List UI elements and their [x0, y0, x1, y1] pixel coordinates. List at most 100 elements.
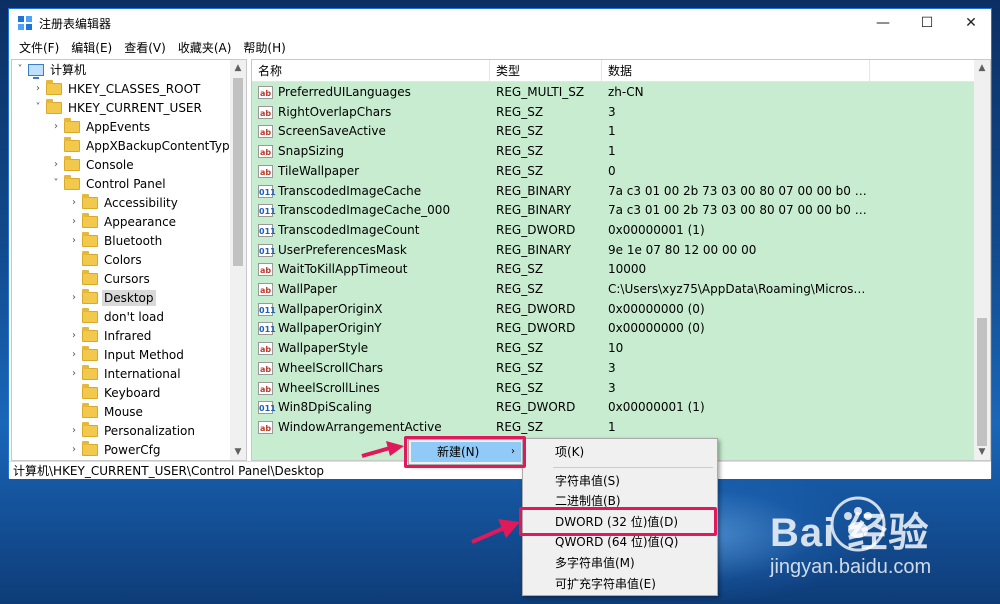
chevron-right-icon[interactable]: ›	[68, 235, 80, 246]
tree-item[interactable]: Cursors	[68, 269, 152, 288]
chevron-right-icon[interactable]: ›	[68, 425, 80, 436]
table-row[interactable]: ab WheelScrollLines REG_SZ 3	[252, 379, 976, 399]
column-name[interactable]: 名称	[252, 60, 490, 82]
folder-icon	[82, 364, 98, 380]
tree-scrollbar[interactable]: ▲ ▼	[230, 60, 246, 460]
tree-item-label: Input Method	[104, 347, 184, 362]
table-row[interactable]: ab TileWallpaper REG_SZ 0	[252, 162, 976, 182]
chevron-down-icon[interactable]: ˅	[14, 64, 26, 75]
chevron-right-icon[interactable]: ›	[68, 292, 80, 303]
tree-item[interactable]: › Personalization	[68, 421, 197, 440]
tree-item[interactable]: ˅ Control Panel	[50, 174, 168, 193]
tree-item[interactable]: Mouse	[68, 402, 145, 421]
chevron-right-icon[interactable]: ›	[32, 83, 44, 94]
maximize-button[interactable]: ☐	[905, 9, 949, 37]
submenu-multi-string-value[interactable]: 多字符串值(M)	[525, 553, 715, 573]
close-button[interactable]: ✕	[949, 9, 993, 37]
tree-item-label: Cursors	[104, 271, 150, 286]
value-name: WaitToKillAppTimeout	[278, 262, 408, 277]
tree-item[interactable]: › Bluetooth	[68, 231, 164, 250]
value-name: TranscodedImageCache	[278, 183, 422, 198]
key-tree-pane[interactable]: ˅ 计算机 › HKEY_CLASSES_ROOT ˅ HKEY_CURRENT_US…	[11, 59, 247, 461]
tree-item[interactable]: Colors	[68, 250, 144, 269]
menu-favorites[interactable]: 收藏夹(A)	[172, 39, 238, 56]
value-name: PreferredUILanguages	[278, 85, 411, 99]
title-bar[interactable]: 注册表编辑器 — ☐ ✕	[9, 9, 991, 37]
scroll-up-icon[interactable]: ▲	[974, 60, 990, 76]
table-row[interactable]: 011 TranscodedImageCache REG_BINARY 7a c3 0…	[252, 182, 976, 202]
value-data: 3	[608, 380, 616, 395]
menu-edit[interactable]: 编辑(E)	[65, 39, 118, 56]
tree-root[interactable]: ˅ 计算机	[14, 60, 88, 79]
table-row[interactable]: ab RightOverlapChars REG_SZ 3	[252, 103, 976, 123]
table-row[interactable]: ab PreferredUILanguages REG_MULTI_SZ zh-CN	[252, 83, 976, 103]
tree-scroll-thumb[interactable]	[233, 78, 243, 266]
value-list-pane[interactable]: 名称 类型 数据 ab PreferredUILanguages REG_MULTI…	[251, 59, 991, 461]
tree-item-label: HKEY_CURRENT_USER	[68, 100, 202, 115]
chevron-right-icon[interactable]: ›	[68, 330, 80, 341]
tree-item[interactable]: ˅ HKEY_CURRENT_USER	[32, 98, 204, 117]
value-name: WallpaperStyle	[278, 341, 369, 356]
scroll-down-icon[interactable]: ▼	[230, 444, 246, 460]
chevron-right-icon[interactable]: ›	[68, 368, 80, 379]
chevron-right-icon[interactable]: ›	[50, 121, 62, 132]
value-name: WheelScrollChars	[278, 360, 383, 375]
chevron-right-icon[interactable]: ›	[68, 444, 80, 455]
chevron-down-icon[interactable]: ˅	[50, 178, 62, 189]
menu-help[interactable]: 帮助(H)	[237, 39, 291, 56]
chevron-right-icon[interactable]: ›	[68, 349, 80, 360]
chevron-right-icon[interactable]: ›	[50, 159, 62, 170]
folder-icon	[82, 212, 98, 228]
table-row[interactable]: ab ScreenSaveActive REG_SZ 1	[252, 122, 976, 142]
scroll-up-icon[interactable]: ▲	[230, 60, 246, 76]
tree-item[interactable]: AppXBackupContentType	[50, 136, 239, 155]
list-scrollbar[interactable]: ▲ ▼	[974, 60, 990, 460]
table-row[interactable]: ab WaitToKillAppTimeout REG_SZ 10000	[252, 260, 976, 280]
tree-item[interactable]: › AppEvents	[50, 117, 152, 136]
chevron-right-icon[interactable]: ›	[68, 197, 80, 208]
string-value-icon: ab	[258, 420, 273, 434]
tree-item[interactable]: › Appearance	[68, 212, 178, 231]
tree-item[interactable]: › HKEY_CLASSES_ROOT	[32, 79, 202, 98]
list-scroll-thumb[interactable]	[977, 318, 987, 446]
value-name: WallpaperOriginX	[278, 301, 383, 316]
string-value-icon: ab	[258, 125, 273, 139]
column-type[interactable]: 类型	[490, 60, 602, 82]
value-data: 3	[608, 104, 616, 119]
table-row[interactable]: 011 WallpaperOriginX REG_DWORD 0x00000000 (…	[252, 300, 976, 320]
column-data[interactable]: 数据	[602, 60, 870, 82]
submenu-expandable-string-value[interactable]: 可扩充字符串值(E)	[525, 574, 715, 594]
value-type: REG_SZ	[496, 380, 544, 395]
annotation-arrow-icon	[471, 519, 520, 544]
minimize-button[interactable]: —	[861, 9, 905, 37]
table-row[interactable]: 011 UserPreferencesMask REG_BINARY 9e 1e 07…	[252, 241, 976, 261]
tree-item[interactable]: Keyboard	[68, 383, 162, 402]
tree-item[interactable]: › Desktop	[68, 288, 156, 307]
submenu-string-value[interactable]: 字符串值(S)	[525, 471, 715, 491]
tree-item[interactable]: don't load	[68, 307, 166, 326]
table-row[interactable]: 011 WallpaperOriginY REG_DWORD 0x00000000 (…	[252, 319, 976, 339]
table-row[interactable]: 011 Win8DpiScaling REG_DWORD 0x00000001 (1)	[252, 398, 976, 418]
tree-item[interactable]: › Input Method	[68, 345, 186, 364]
menu-view[interactable]: 查看(V)	[118, 39, 172, 56]
submenu-key[interactable]: 项(K)	[525, 442, 715, 462]
tree-item[interactable]: › Console	[50, 155, 136, 174]
menu-file[interactable]: 文件(F)	[13, 39, 65, 56]
table-row[interactable]: ab WallpaperStyle REG_SZ 10	[252, 339, 976, 359]
tree-item[interactable]: › PowerCfg	[68, 440, 163, 459]
highlight-box-new	[404, 436, 526, 468]
table-row[interactable]: 011 TranscodedImageCache_000 REG_BINARY 7a …	[252, 201, 976, 221]
value-type: REG_BINARY	[496, 242, 572, 257]
tree-item[interactable]: › Accessibility	[68, 193, 180, 212]
table-row[interactable]: ab WindowArrangementActive REG_SZ 1	[252, 418, 976, 438]
chevron-right-icon[interactable]: ›	[68, 216, 80, 227]
tree-item[interactable]: › International	[68, 364, 183, 383]
chevron-down-icon[interactable]: ˅	[32, 102, 44, 113]
table-row[interactable]: ab WheelScrollChars REG_SZ 3	[252, 359, 976, 379]
scroll-down-icon[interactable]: ▼	[974, 444, 990, 460]
table-row[interactable]: ab SnapSizing REG_SZ 1	[252, 142, 976, 162]
table-row[interactable]: 011 TranscodedImageCount REG_DWORD 0x000000…	[252, 221, 976, 241]
value-type: REG_BINARY	[496, 203, 572, 218]
tree-item[interactable]: › Infrared	[68, 326, 153, 345]
table-row[interactable]: ab WallPaper REG_SZ C:\Users\xyz75\AppData\…	[252, 280, 976, 300]
